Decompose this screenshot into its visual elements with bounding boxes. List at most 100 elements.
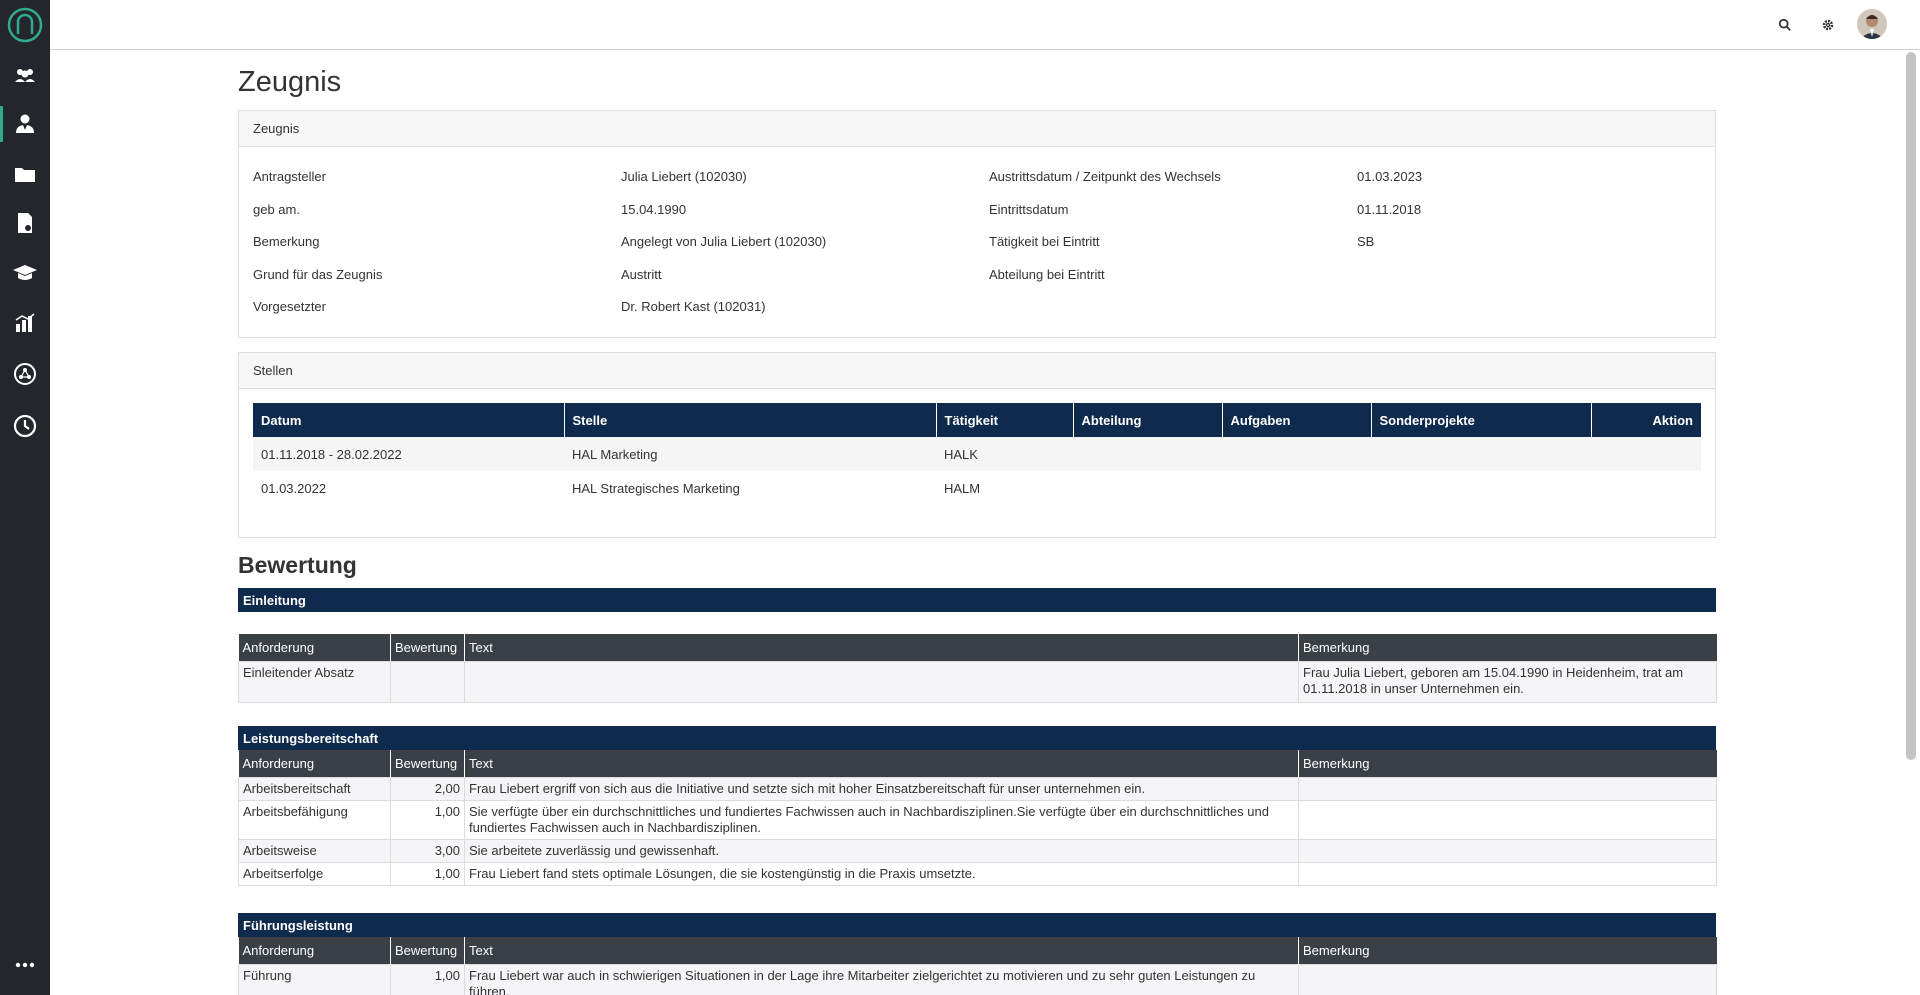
page-title: Zeugnis [238, 66, 342, 98]
column-header: Anforderung [238, 634, 391, 661]
info-value: 15.04.1990 [621, 202, 687, 217]
cell-datum: 01.03.2022 [261, 480, 327, 496]
info-label: Antragsteller [253, 169, 326, 184]
table-row[interactable]: Führung 1,00 Frau Liebert war auch in sc… [238, 963, 1717, 995]
table-row[interactable]: Arbeitserfolge 1,00 Frau Liebert fand st… [238, 861, 1717, 886]
info-value: Dr. Robert Kast (102031) [621, 299, 766, 314]
column-header[interactable]: Sonderprojekte [1371, 403, 1592, 437]
more-icon [15, 962, 35, 968]
network-icon [14, 363, 36, 385]
einleitung-table: Anforderung Bewertung Text Bemerkung Ein… [238, 634, 1717, 703]
zeugnis-card-header: Zeugnis [239, 111, 1715, 147]
cell-aktion [1591, 437, 1701, 471]
bewertung-title: Bewertung [238, 552, 357, 578]
table-row[interactable]: 01.11.2018 - 28.02.2022 HAL Marketing HA… [253, 437, 1701, 471]
column-header: Bemerkung [1298, 634, 1717, 661]
info-label: Eintrittsdatum [989, 202, 1069, 217]
clock-icon [13, 414, 37, 438]
cell-anforderung: Einleitender Absatz [238, 660, 391, 703]
avatar[interactable] [1857, 9, 1887, 39]
sidebar-item-training[interactable] [0, 251, 50, 295]
column-header[interactable]: Aufgaben [1222, 403, 1372, 437]
cell-aufgaben [1222, 471, 1371, 505]
cell-stelle: HAL Strategisches Marketing [572, 480, 740, 496]
info-value: Angelegt von Julia Liebert (102030) [621, 234, 827, 249]
search-icon[interactable] [1774, 14, 1796, 36]
document-icon [18, 213, 32, 233]
column-header: Anforderung [238, 937, 391, 964]
cell-text: Sie arbeitete zuverlässig und gewissenha… [464, 838, 1299, 863]
sidebar-item-team[interactable] [0, 54, 50, 98]
sidebar-item-document[interactable] [0, 201, 50, 245]
cell-stelle: HAL Marketing [564, 437, 936, 471]
cell-taetigkeit: HALM [944, 480, 981, 496]
table-row[interactable]: Einleitender Absatz Frau Julia Liebert, … [238, 660, 1717, 703]
sidebar-item-more[interactable] [0, 943, 50, 987]
column-header: Anforderung [238, 750, 391, 777]
cell-bewertung: 1,00 [390, 861, 465, 886]
column-header: Aktion [1591, 403, 1701, 437]
scrollbar[interactable] [1906, 52, 1916, 760]
person-icon [16, 114, 34, 133]
info-label: Austrittsdatum / Zeitpunkt des Wechsels [989, 169, 1221, 184]
cell-text: Frau Liebert ergriff von sich aus die In… [464, 776, 1299, 801]
cell-bewertung [390, 660, 465, 703]
column-header: Bemerkung [1298, 750, 1717, 777]
info-value: SB [1357, 234, 1375, 249]
cell-aufgaben [1222, 437, 1371, 471]
table-row[interactable]: 01.03.2022 HAL Strategisches Marketing H… [253, 471, 1701, 505]
info-value: Austritt [621, 267, 662, 282]
column-header[interactable]: Abteilung [1073, 403, 1223, 437]
cell-anforderung: Führung [238, 963, 391, 995]
table-row[interactable]: Arbeitsbereitschaft 2,00 Frau Liebert er… [238, 776, 1717, 801]
info-label: Abteilung bei Eintritt [989, 267, 1105, 282]
sidebar-item-folder[interactable] [0, 152, 50, 196]
cell-abteilung [1073, 437, 1222, 471]
sidebar [0, 0, 50, 995]
sidebar-item-reports[interactable] [0, 301, 50, 345]
topbar [50, 0, 1920, 50]
cell-anforderung: Arbeitsbefähigung [238, 799, 391, 840]
cell-bewertung: 3,00 [390, 838, 465, 863]
sidebar-item-employee[interactable] [0, 102, 50, 146]
cell-anforderung: Arbeitsweise [238, 838, 391, 863]
leistungsbereitschaft-bar: Leistungsbereitschaft [238, 726, 1716, 750]
cell-bewertung: 2,00 [390, 776, 465, 801]
info-value: Julia Liebert (102030) [621, 169, 747, 184]
column-header: Bewertung [390, 937, 465, 964]
logo-icon[interactable] [6, 6, 44, 44]
column-header: Text [464, 937, 1299, 964]
info-value: 01.03.2023 [1357, 169, 1423, 184]
info-label: Tätigkeit bei Eintritt [989, 234, 1100, 249]
cell-text [464, 660, 1299, 703]
cell-sonderprojekte [1371, 437, 1591, 471]
column-header[interactable]: Datum [253, 403, 565, 437]
table-row[interactable]: Arbeitsbefähigung 1,00 Sie verfügte über… [238, 799, 1717, 840]
cell-taetigkeit: HALK [936, 437, 1073, 471]
column-header: Text [464, 634, 1299, 661]
graduation-icon [13, 265, 37, 280]
cell-bemerkung [1298, 776, 1717, 801]
column-header: Bewertung [390, 750, 465, 777]
folder-icon [15, 168, 35, 182]
gear-icon[interactable] [1817, 14, 1839, 36]
fuehrungsleistung-table: Anforderung Bewertung Text Bemerkung Füh… [238, 937, 1717, 995]
chart-icon [15, 313, 35, 332]
sidebar-item-time[interactable] [0, 404, 50, 448]
stellen-card-header: Stellen [239, 353, 1715, 389]
column-header: Bemerkung [1298, 937, 1717, 964]
info-label: Bemerkung [253, 234, 320, 249]
column-header[interactable]: Stelle [564, 403, 937, 437]
table-row[interactable]: Arbeitsweise 3,00 Sie arbeitete zuverläs… [238, 838, 1717, 863]
cell-bemerkung [1298, 963, 1717, 995]
column-header: Bewertung [390, 634, 465, 661]
cell-bemerkung [1298, 861, 1717, 886]
sidebar-item-network[interactable] [0, 352, 50, 396]
fuehrungsleistung-bar: Führungsleistung [238, 913, 1716, 937]
cell-sonderprojekte [1371, 471, 1591, 505]
cell-bemerkung [1298, 799, 1717, 840]
column-header[interactable]: Tätigkeit [936, 403, 1074, 437]
info-label: Grund für das Zeugnis [253, 267, 383, 282]
info-label: Vorgesetzter [253, 299, 326, 314]
cell-bewertung: 1,00 [390, 799, 465, 840]
